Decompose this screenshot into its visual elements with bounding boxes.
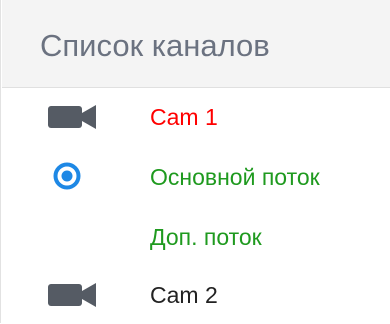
channel-item-cam-2[interactable]: Cam 2 <box>2 266 390 324</box>
channel-label: Cam 1 <box>150 104 218 130</box>
camera-icon <box>48 104 100 130</box>
stream-label: Доп. поток <box>150 224 262 250</box>
channel-list-title: Список каналов <box>40 28 270 63</box>
stream-item-secondary[interactable]: Доп. поток <box>2 208 390 266</box>
stream-label: Основной поток <box>150 164 320 190</box>
channel-list-panel: Список каналов Cam 1 Основной поток Доп.… <box>0 0 390 323</box>
radio-selected-icon[interactable] <box>53 162 81 190</box>
channel-label: Cam 2 <box>150 282 218 308</box>
camera-icon <box>48 282 100 308</box>
channel-list-header: Список каналов <box>2 0 390 88</box>
channel-item-cam-1[interactable]: Cam 1 <box>2 88 390 146</box>
stream-item-main[interactable]: Основной поток <box>2 148 390 206</box>
